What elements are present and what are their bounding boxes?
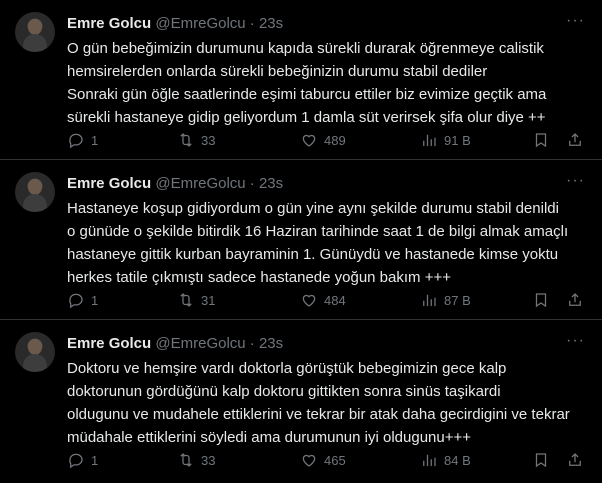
tweet-actions: 1 33 489 91 B [67, 129, 586, 151]
like-count: 484 [324, 292, 346, 308]
user-handle[interactable]: @EmreGolcu [155, 15, 245, 32]
share-button[interactable] [566, 129, 584, 151]
retweet-count: 33 [201, 452, 216, 468]
avatar[interactable] [15, 332, 55, 372]
views-chart-icon [423, 134, 436, 146]
tweet-header: Emre Golcu @EmreGolcu · 23s [67, 334, 582, 354]
share-button[interactable] [566, 449, 584, 471]
retweet-button[interactable]: 33 [177, 129, 215, 151]
more-options-icon[interactable]: ··· [566, 333, 584, 352]
bookmark-button[interactable] [532, 129, 550, 151]
reply-button[interactable]: 1 [67, 449, 98, 471]
user-handle[interactable]: @EmreGolcu [155, 335, 245, 352]
bookmark-icon [535, 133, 547, 148]
tweet[interactable]: Emre Golcu @EmreGolcu · 23s ··· Hastaney… [0, 160, 602, 320]
avatar-body-shape [23, 354, 47, 372]
share-icon [569, 293, 581, 306]
views-count: 87 B [444, 292, 471, 308]
tweet[interactable]: Emre Golcu @EmreGolcu · 23s ··· O gün be… [0, 0, 602, 160]
separator-dot: · [249, 335, 255, 352]
display-name[interactable]: Emre Golcu [67, 335, 151, 352]
like-count: 489 [324, 132, 346, 148]
like-count: 465 [324, 452, 346, 468]
tweet-header: Emre Golcu @EmreGolcu · 23s [67, 174, 582, 194]
bookmark-button[interactable] [532, 289, 550, 311]
reply-icon [69, 133, 83, 149]
timestamp[interactable]: 23s [259, 175, 283, 192]
tweet-text: Doktoru ve hemşire vardı doktorla görüşt… [67, 360, 570, 446]
tweet-header: Emre Golcu @EmreGolcu · 23s [67, 14, 582, 34]
avatar[interactable] [15, 12, 55, 52]
reply-count: 1 [91, 132, 99, 148]
heart-icon [302, 294, 316, 307]
heart-icon [302, 454, 316, 467]
tweet[interactable]: Emre Golcu @EmreGolcu · 23s ··· Doktoru … [0, 320, 602, 483]
avatar-body-shape [23, 34, 47, 52]
display-name[interactable]: Emre Golcu [67, 175, 151, 192]
avatar[interactable] [15, 172, 55, 212]
share-button[interactable] [566, 289, 584, 311]
timestamp[interactable]: 23s [259, 15, 283, 32]
tweet-text: Hastaneye koşup gidiyordum o gün yine ay… [67, 200, 569, 286]
reply-icon [69, 293, 83, 309]
tweet-actions: 1 33 465 84 B [67, 449, 586, 471]
bookmark-icon [535, 453, 547, 468]
bookmark-icon [535, 293, 547, 308]
tweet-actions: 1 31 484 87 B [67, 289, 586, 311]
bookmark-button[interactable] [532, 449, 550, 471]
retweet-icon [180, 293, 192, 307]
share-icon [569, 453, 581, 466]
reply-button[interactable]: 1 [67, 289, 98, 311]
views-chart-icon [423, 454, 436, 466]
avatar-head-shape [28, 179, 42, 195]
user-handle[interactable]: @EmreGolcu [155, 175, 245, 192]
views-count: 84 B [444, 452, 471, 468]
avatar-body-shape [23, 194, 47, 212]
like-button[interactable]: 484 [300, 289, 346, 311]
like-button[interactable]: 489 [300, 129, 346, 151]
retweet-icon [180, 133, 192, 147]
share-icon [569, 133, 581, 146]
tweet-text: O gün bebeğimizin durumunu kapıda sürekl… [67, 40, 547, 126]
separator-dot: · [249, 175, 255, 192]
retweet-icon [180, 453, 192, 467]
retweet-count: 33 [201, 132, 216, 148]
avatar-head-shape [28, 19, 42, 35]
separator-dot: · [249, 15, 255, 32]
views-button[interactable]: 91 B [420, 129, 471, 151]
reply-count: 1 [91, 452, 99, 468]
views-chart-icon [423, 294, 436, 306]
like-button[interactable]: 465 [300, 449, 346, 471]
reply-count: 1 [91, 292, 99, 308]
retweet-button[interactable]: 33 [177, 449, 215, 471]
views-button[interactable]: 87 B [420, 289, 471, 311]
heart-icon [302, 134, 316, 147]
more-options-icon[interactable]: ··· [566, 13, 584, 32]
views-count: 91 B [444, 132, 471, 148]
retweet-button[interactable]: 31 [177, 289, 215, 311]
display-name[interactable]: Emre Golcu [67, 15, 151, 32]
avatar-head-shape [28, 339, 42, 355]
timestamp[interactable]: 23s [259, 335, 283, 352]
reply-icon [69, 453, 83, 469]
more-options-icon[interactable]: ··· [566, 173, 584, 192]
retweet-count: 31 [201, 292, 216, 308]
reply-button[interactable]: 1 [67, 129, 98, 151]
views-button[interactable]: 84 B [420, 449, 471, 471]
timeline: Emre Golcu @EmreGolcu · 23s ··· O gün be… [0, 0, 602, 483]
